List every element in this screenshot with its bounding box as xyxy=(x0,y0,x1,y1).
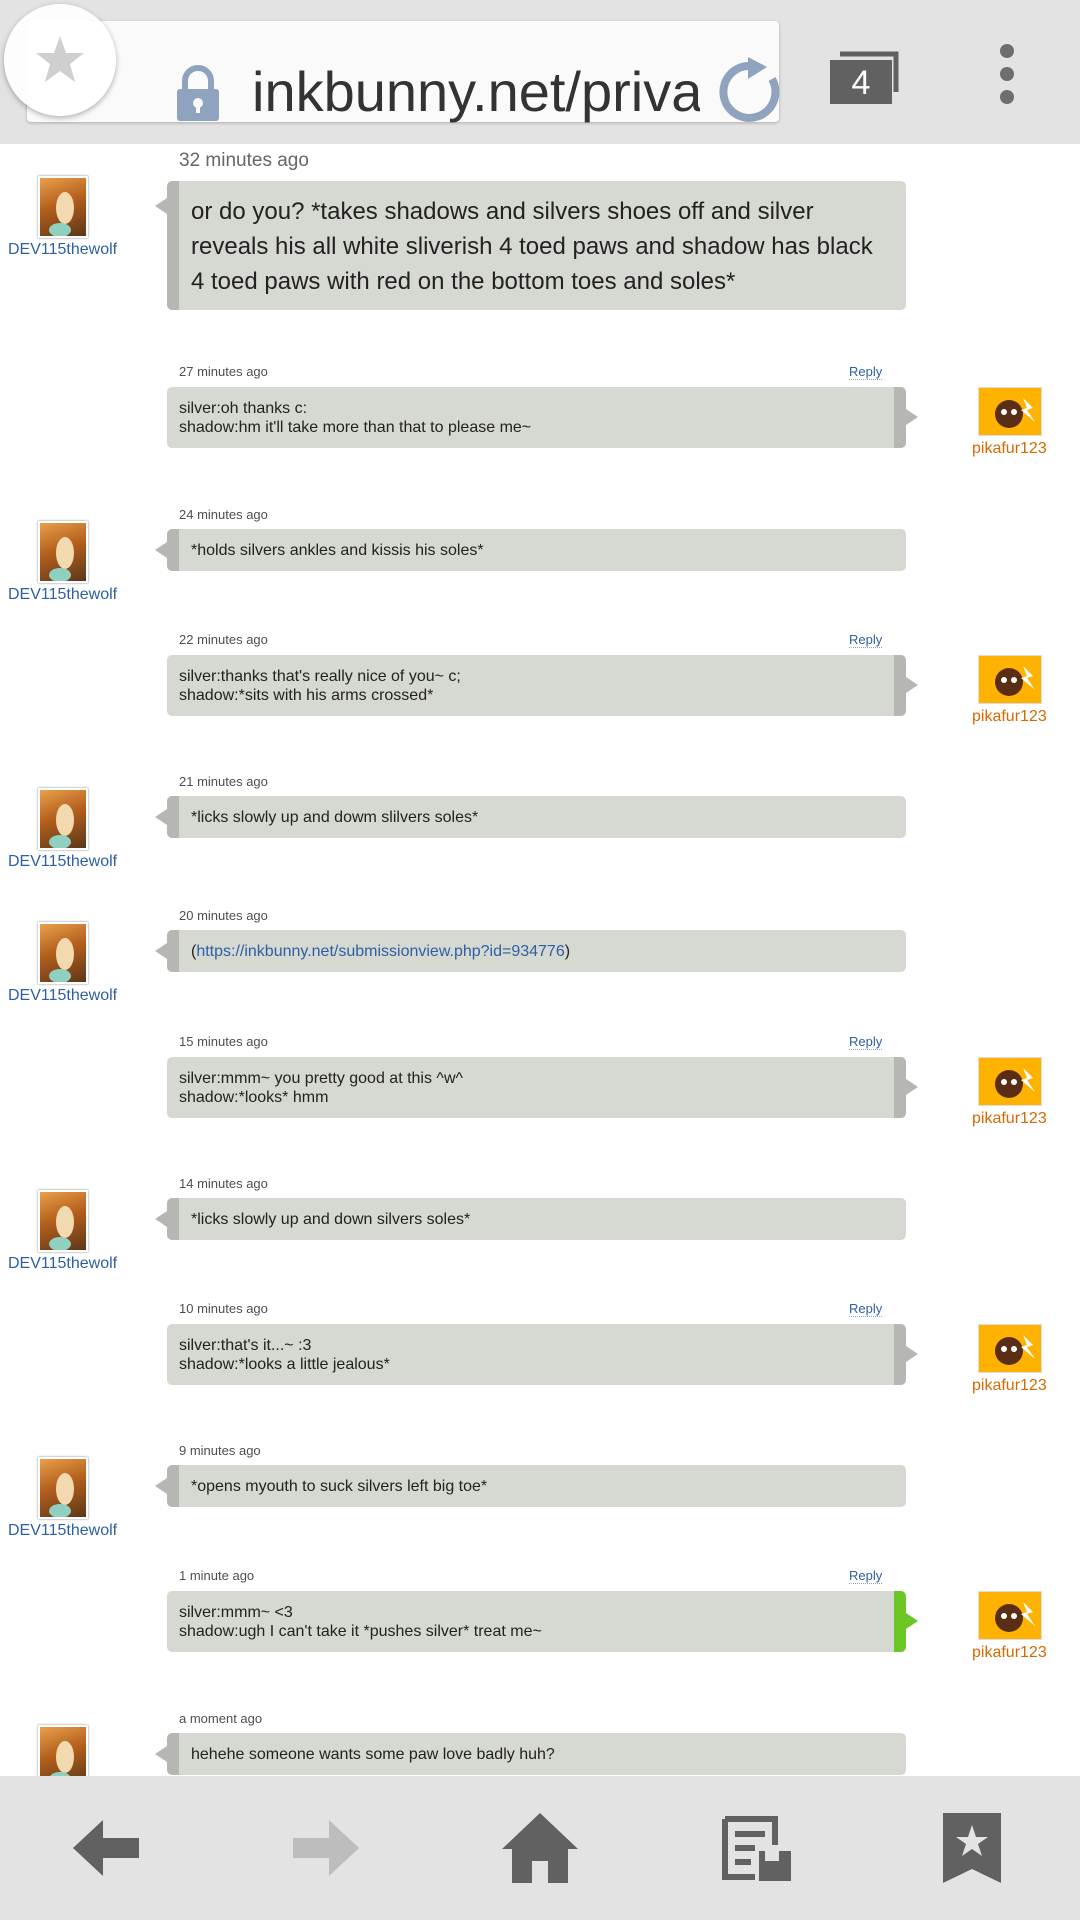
reply-link[interactable]: Reply xyxy=(849,1301,883,1317)
tabs-count: 4 xyxy=(830,60,892,104)
avatar[interactable] xyxy=(38,1457,88,1519)
sender-name[interactable]: DEV115thewolf xyxy=(8,987,117,1005)
sender-name[interactable]: DEV115thewolf xyxy=(8,1522,117,1540)
bubble-pointer xyxy=(906,1346,918,1362)
message-bubble: silver:oh thanks c: shadow:hm it'll take… xyxy=(167,387,906,448)
sender-name[interactable]: pikafur123 xyxy=(972,1644,1047,1662)
message-bubble: *licks slowly up and dowm slilvers soles… xyxy=(167,796,906,838)
avatar[interactable] xyxy=(38,788,88,850)
overflow-menu-icon[interactable] xyxy=(990,40,1026,108)
avatar[interactable] xyxy=(978,1324,1042,1373)
message-bubble: or do you? *takes shadows and silvers sh… xyxy=(167,181,906,310)
avatar[interactable] xyxy=(978,1057,1042,1106)
sender-name[interactable]: DEV115thewolf xyxy=(8,1255,117,1273)
reply-link[interactable]: Reply xyxy=(849,1034,883,1050)
message-time: a moment ago xyxy=(179,1711,263,1726)
reply-link[interactable]: Reply xyxy=(849,632,883,648)
bubble-pointer xyxy=(155,943,167,959)
avatar[interactable] xyxy=(978,1591,1042,1640)
message-bubble: hehehe someone wants some paw love badly… xyxy=(167,1733,906,1775)
reload-icon[interactable] xyxy=(717,57,787,132)
submission-link[interactable]: https://inkbunny.net/submissionview.php?… xyxy=(196,943,564,960)
avatar[interactable] xyxy=(38,1190,88,1252)
sender-name[interactable]: pikafur123 xyxy=(972,440,1047,458)
avatar[interactable] xyxy=(978,387,1042,436)
avatar[interactable] xyxy=(978,655,1042,704)
message-time: 14 minutes ago xyxy=(179,1176,268,1191)
avatar[interactable] xyxy=(38,922,88,984)
bubble-pointer xyxy=(155,1746,167,1762)
lock-icon xyxy=(175,65,221,126)
message-bubble: silver:that's it...~ :3 shadow:*looks a … xyxy=(167,1324,906,1385)
message-time: 22 minutes ago xyxy=(179,632,268,647)
bubble-pointer xyxy=(155,1211,167,1227)
bubble-pointer xyxy=(155,1478,167,1494)
message-time: 21 minutes ago xyxy=(179,774,268,789)
reading-list-icon xyxy=(722,1816,791,1881)
reply-link[interactable]: Reply xyxy=(849,1568,883,1584)
avatar[interactable] xyxy=(38,521,88,583)
message-time: 10 minutes ago xyxy=(179,1301,268,1316)
bubble-pointer xyxy=(906,409,918,425)
avatar[interactable] xyxy=(38,176,88,238)
bottom-navigation-bar xyxy=(0,1776,1080,1920)
url-bar[interactable]: inkbunny.net/privatemessageview.php xyxy=(27,21,780,125)
back-arrow-icon xyxy=(73,1820,139,1876)
bubble-pointer xyxy=(906,1613,918,1629)
forward-button[interactable] xyxy=(234,1776,414,1920)
message-time: 32 minutes ago xyxy=(179,150,309,171)
bubble-pointer xyxy=(155,542,167,558)
home-icon xyxy=(502,1813,578,1883)
message-bubble: *licks slowly up and down silvers soles* xyxy=(167,1198,906,1240)
forward-arrow-icon xyxy=(293,1820,359,1876)
back-button[interactable] xyxy=(18,1776,198,1920)
message-bubble: silver:thanks that's really nice of you~… xyxy=(167,655,906,716)
message-bubble: (https://inkbunny.net/submissionview.php… xyxy=(167,930,906,972)
sender-name[interactable]: pikafur123 xyxy=(972,708,1047,726)
message-bubble: silver:mmm~ <3 shadow:ugh I can't take i… xyxy=(167,1591,906,1652)
bubble-pointer xyxy=(155,198,167,214)
message-bubble: *opens myouth to suck silvers left big t… xyxy=(167,1465,906,1507)
link-paren-close: ) xyxy=(564,943,571,960)
message-time: 15 minutes ago xyxy=(179,1034,268,1049)
sender-name[interactable]: pikafur123 xyxy=(972,1110,1047,1128)
message-bubble: *holds silvers ankles and kissis his sol… xyxy=(167,529,906,571)
sender-name[interactable]: DEV115thewolf xyxy=(8,586,117,604)
message-time: 24 minutes ago xyxy=(179,507,268,522)
url-text[interactable]: inkbunny.net/privatemessageview.php xyxy=(252,59,700,125)
home-button[interactable] xyxy=(450,1776,630,1920)
browser-toolbar: inkbunny.net/privatemessageview.php 4 xyxy=(0,0,1080,144)
message-time: 20 minutes ago xyxy=(179,908,268,923)
tabs-button[interactable]: 4 xyxy=(830,44,900,104)
message-time: 1 minute ago xyxy=(179,1568,255,1583)
reply-link[interactable]: Reply xyxy=(849,364,883,380)
sender-name[interactable]: DEV115thewolf xyxy=(8,241,117,259)
sender-name[interactable]: pikafur123 xyxy=(972,1377,1047,1395)
reading-list-button[interactable] xyxy=(666,1776,846,1920)
bubble-pointer xyxy=(155,809,167,825)
sender-name[interactable]: DEV115thewolf xyxy=(8,853,117,871)
message-time: 27 minutes ago xyxy=(179,364,268,379)
message-time: 9 minutes ago xyxy=(179,1443,261,1458)
bubble-pointer xyxy=(906,677,918,693)
star-icon xyxy=(36,36,84,82)
bookmark-star-button[interactable] xyxy=(4,4,116,116)
message-bubble: silver:mmm~ you pretty good at this ^w^ … xyxy=(167,1057,906,1118)
bubble-pointer xyxy=(906,1079,918,1095)
bookmarks-icon xyxy=(943,1813,1001,1883)
bookmarks-button[interactable] xyxy=(882,1776,1062,1920)
